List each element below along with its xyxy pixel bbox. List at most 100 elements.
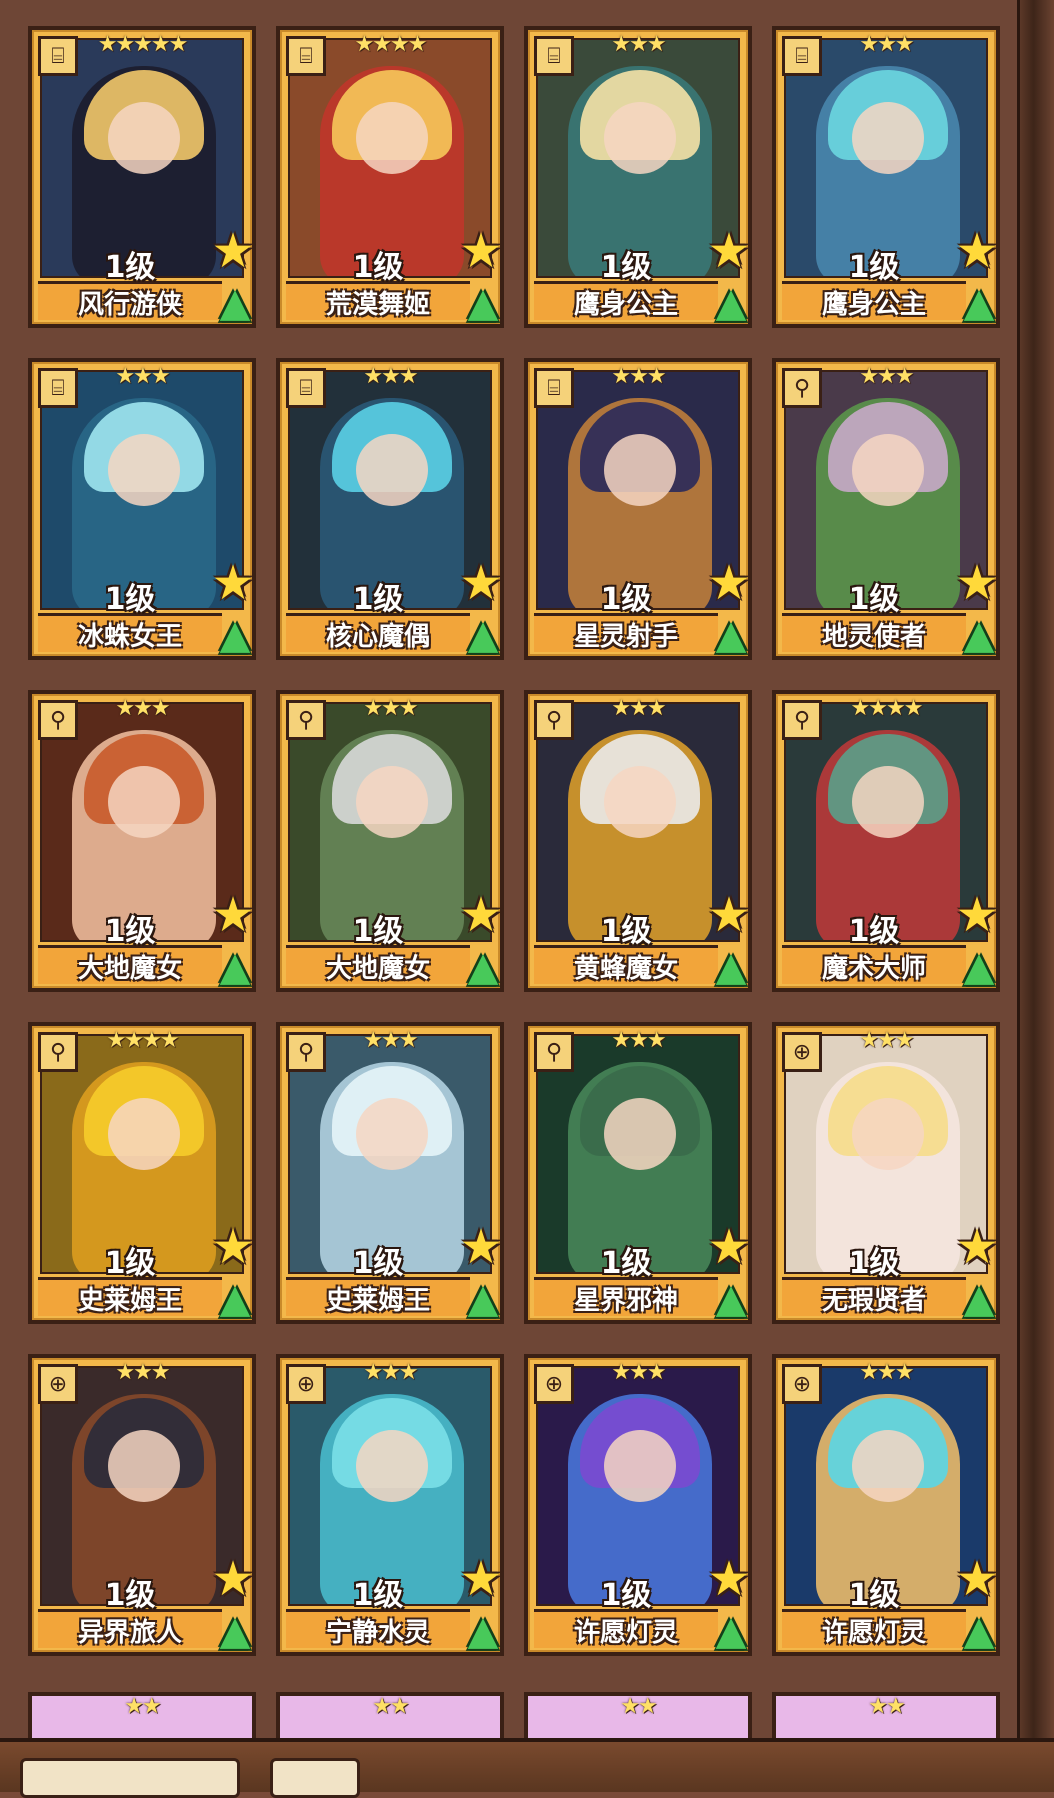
level-up-arrow-icon[interactable]: ▲ xyxy=(212,1608,258,1654)
hero-card[interactable]: ⚲ ★★★ 1级 黄蜂魔女 ★ ▲ xyxy=(524,690,752,992)
rarity-stars: ★★ xyxy=(124,1694,161,1719)
bottom-tab-2[interactable] xyxy=(270,1758,360,1798)
level-up-arrow-icon[interactable]: ▲ xyxy=(212,944,258,990)
hero-card[interactable]: ⚲ ★★★ 1级 大地魔女 ★ ▲ xyxy=(276,690,504,992)
level-up-arrow-icon[interactable]: ▲ xyxy=(956,280,1002,326)
hero-card[interactable]: ⊕ ★★★ 1级 许愿灯灵 ★ ▲ xyxy=(772,1354,1000,1656)
level-up-arrow-icon[interactable]: ▲ xyxy=(212,1276,258,1322)
hero-card-partial[interactable]: ★★ xyxy=(524,1692,752,1740)
star-upgrade-icon[interactable]: ★ xyxy=(456,1554,506,1604)
star-upgrade-icon[interactable]: ★ xyxy=(704,558,754,608)
hero-name: 黄蜂魔女 xyxy=(534,945,718,984)
hero-card[interactable]: ⚲ ★★★★ 1级 史莱姆王 ★ ▲ xyxy=(28,1022,256,1324)
portrait-face xyxy=(108,1098,180,1170)
star-upgrade-icon[interactable]: ★ xyxy=(704,226,754,276)
hero-level: 1级 xyxy=(104,1246,156,1281)
level-up-arrow-icon[interactable]: ▲ xyxy=(956,1276,1002,1322)
level-up-arrow-icon[interactable]: ▲ xyxy=(212,612,258,658)
hero-card-partial[interactable]: ★★ xyxy=(772,1692,1000,1740)
portrait-face xyxy=(356,1430,428,1502)
hero-name: 许愿灯灵 xyxy=(782,1609,966,1648)
hero-level: 1级 xyxy=(600,1246,652,1281)
star-upgrade-icon[interactable]: ★ xyxy=(704,890,754,940)
hero-name: 鹰身公主 xyxy=(782,281,966,320)
hero-card[interactable]: ⚲ ★★★ 1级 大地魔女 ★ ▲ xyxy=(28,690,256,992)
hero-level: 1级 xyxy=(104,582,156,617)
rarity-stars: ★★★★★ xyxy=(97,32,189,57)
star-upgrade-icon[interactable]: ★ xyxy=(208,1222,258,1272)
star-upgrade-icon[interactable]: ★ xyxy=(952,226,1002,276)
level-up-arrow-icon[interactable]: ▲ xyxy=(460,280,506,326)
hero-card[interactable]: ⚲ ★★★★ 1级 魔术大师 ★ ▲ xyxy=(772,690,1000,992)
hero-card[interactable]: ⊕ ★★★ 1级 宁静水灵 ★ ▲ xyxy=(276,1354,504,1656)
hero-card[interactable]: ⊕ ★★★ 1级 无瑕贤者 ★ ▲ xyxy=(772,1022,1000,1324)
hero-level: 1级 xyxy=(600,250,652,285)
hero-card[interactable]: ⊕ ★★★ 1级 许愿灯灵 ★ ▲ xyxy=(524,1354,752,1656)
star-upgrade-icon[interactable]: ★ xyxy=(208,226,258,276)
rarity-stars: ★★★ xyxy=(611,1028,666,1053)
level-up-arrow-icon[interactable]: ▲ xyxy=(460,944,506,990)
level-up-arrow-icon[interactable]: ▲ xyxy=(460,1608,506,1654)
hero-level: 1级 xyxy=(352,250,404,285)
level-up-arrow-icon[interactable]: ▲ xyxy=(708,280,754,326)
portrait-face xyxy=(356,1098,428,1170)
portrait-face xyxy=(604,434,676,506)
level-up-arrow-icon[interactable]: ▲ xyxy=(460,612,506,658)
star-upgrade-icon[interactable]: ★ xyxy=(456,1222,506,1272)
hero-card[interactable]: ⚲ ★★★ 1级 史莱姆王 ★ ▲ xyxy=(276,1022,504,1324)
rarity-stars: ★★★ xyxy=(363,1360,418,1385)
hero-name: 荒漠舞姬 xyxy=(286,281,470,320)
level-up-arrow-icon[interactable]: ▲ xyxy=(708,1608,754,1654)
star-upgrade-icon[interactable]: ★ xyxy=(704,1554,754,1604)
level-up-arrow-icon[interactable]: ▲ xyxy=(708,944,754,990)
level-up-arrow-icon[interactable]: ▲ xyxy=(460,1276,506,1322)
hero-card[interactable]: ⌸ ★★★ 1级 冰蛛女王 ★ ▲ xyxy=(28,358,256,660)
level-up-arrow-icon[interactable]: ▲ xyxy=(956,944,1002,990)
level-up-arrow-icon[interactable]: ▲ xyxy=(956,612,1002,658)
level-up-arrow-icon[interactable]: ▲ xyxy=(708,1276,754,1322)
hero-card-partial[interactable]: ★★ xyxy=(276,1692,504,1740)
hero-card[interactable]: ⌸ ★★★ 1级 鹰身公主 ★ ▲ xyxy=(772,26,1000,328)
hero-level: 1级 xyxy=(848,250,900,285)
portrait-face xyxy=(108,434,180,506)
portrait-face xyxy=(604,766,676,838)
hero-card[interactable]: ⚲ ★★★ 1级 星界邪神 ★ ▲ xyxy=(524,1022,752,1324)
rarity-stars: ★★★ xyxy=(115,1360,170,1385)
star-upgrade-icon[interactable]: ★ xyxy=(208,558,258,608)
star-upgrade-icon[interactable]: ★ xyxy=(704,1222,754,1272)
hero-card-partial[interactable]: ★★ xyxy=(28,1692,256,1740)
star-upgrade-icon[interactable]: ★ xyxy=(208,1554,258,1604)
hero-name: 许愿灯灵 xyxy=(534,1609,718,1648)
hero-card[interactable]: ⌸ ★★★ 1级 星灵射手 ★ ▲ xyxy=(524,358,752,660)
hero-name: 冰蛛女王 xyxy=(38,613,222,652)
portrait-face xyxy=(108,766,180,838)
scrollbar[interactable] xyxy=(1017,0,1054,1740)
hero-name: 史莱姆王 xyxy=(38,1277,222,1316)
hero-card[interactable]: ⌸ ★★★★ 1级 荒漠舞姬 ★ ▲ xyxy=(276,26,504,328)
level-up-arrow-icon[interactable]: ▲ xyxy=(708,612,754,658)
portrait-face xyxy=(356,434,428,506)
hero-card[interactable]: ⌸ ★★★★★ 1级 风行游侠 ★ ▲ xyxy=(28,26,256,328)
star-upgrade-icon[interactable]: ★ xyxy=(952,558,1002,608)
star-upgrade-icon[interactable]: ★ xyxy=(456,558,506,608)
hero-card[interactable]: ⌸ ★★★ 1级 核心魔偶 ★ ▲ xyxy=(276,358,504,660)
star-upgrade-icon[interactable]: ★ xyxy=(208,890,258,940)
hero-level: 1级 xyxy=(600,914,652,949)
star-upgrade-icon[interactable]: ★ xyxy=(456,226,506,276)
bottom-tab-1[interactable] xyxy=(20,1758,240,1798)
level-up-arrow-icon[interactable]: ▲ xyxy=(212,280,258,326)
hero-card[interactable]: ⚲ ★★★ 1级 地灵使者 ★ ▲ xyxy=(772,358,1000,660)
level-up-arrow-icon[interactable]: ▲ xyxy=(956,1608,1002,1654)
star-upgrade-icon[interactable]: ★ xyxy=(456,890,506,940)
star-upgrade-icon[interactable]: ★ xyxy=(952,1222,1002,1272)
rarity-stars: ★★★ xyxy=(859,1360,914,1385)
rarity-stars: ★★★ xyxy=(859,364,914,389)
star-upgrade-icon[interactable]: ★ xyxy=(952,1554,1002,1604)
rarity-stars: ★★ xyxy=(620,1694,657,1719)
hero-level: 1级 xyxy=(352,582,404,617)
star-upgrade-icon[interactable]: ★ xyxy=(952,890,1002,940)
hero-card[interactable]: ⊕ ★★★ 1级 异界旅人 ★ ▲ xyxy=(28,1354,256,1656)
hero-card[interactable]: ⌸ ★★★ 1级 鹰身公主 ★ ▲ xyxy=(524,26,752,328)
hero-name: 无瑕贤者 xyxy=(782,1277,966,1316)
hero-name: 异界旅人 xyxy=(38,1609,222,1648)
